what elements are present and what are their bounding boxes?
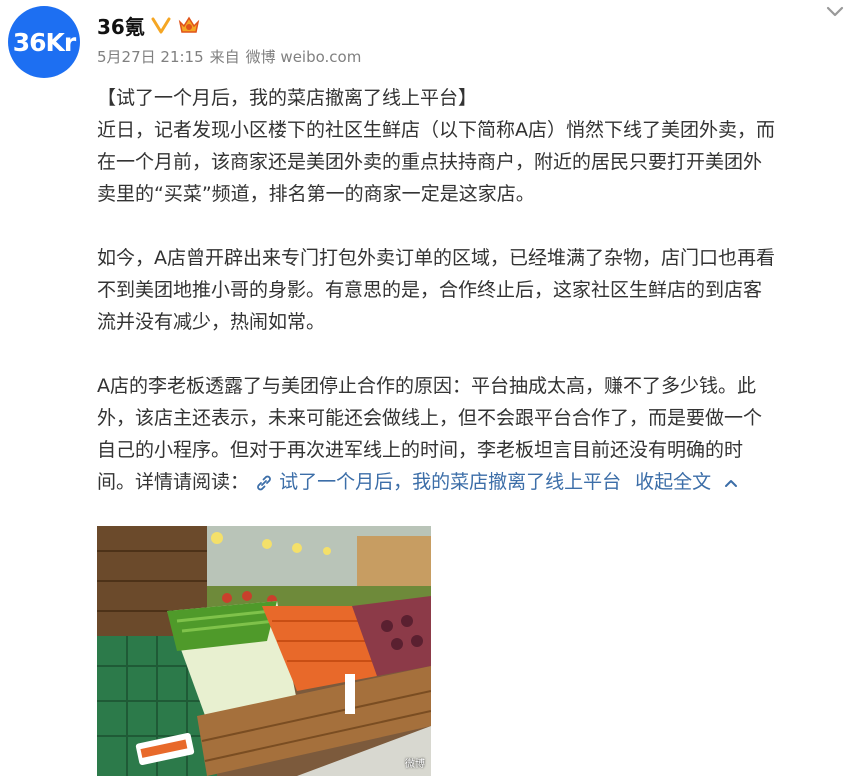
post-source[interactable]: 微博 weibo.com bbox=[246, 48, 362, 66]
para3-line2: 外，该店主还表示，未来可能还会做线上，但不会跟平台合作了，而是要做一个 bbox=[97, 407, 763, 429]
para1-line2: 在一个月前，该商家还是美团外卖的重点扶持商户，附近的居民只要打开美团外 bbox=[97, 151, 763, 173]
para3-line1: A店的李老板透露了与美团停止合作的原因：平台抽成太高，赚不了多少钱。此 bbox=[97, 375, 756, 397]
avatar[interactable]: 36Kr bbox=[8, 6, 80, 78]
post-image[interactable]: 微博 bbox=[97, 526, 431, 776]
produce-stand-illustration bbox=[97, 526, 431, 776]
read-more-prefix: 间。详情请阅读： bbox=[97, 471, 250, 493]
para2-line2: 不到美团地推小哥的身影。有意思的是，合作终止后，这家社区生鲜店的到店客 bbox=[97, 279, 763, 301]
para1-line1: 近日，记者发现小区楼下的社区生鲜店（以下简称A店）悄然下线了美团外卖，而 bbox=[97, 119, 775, 141]
link-icon bbox=[257, 475, 271, 490]
post-content: 【试了一个月后，我的菜店撤离了线上平台】 近日，记者发现小区楼下的社区生鲜店（以… bbox=[97, 82, 857, 498]
article-link-text[interactable]: 试了一个月后，我的菜店撤离了线上平台 bbox=[279, 471, 621, 493]
vip-crown-icon[interactable] bbox=[177, 14, 201, 36]
source-prefix: 来自 bbox=[209, 48, 240, 66]
article-link[interactable]: 试了一个月后，我的菜店撤离了线上平台 bbox=[255, 471, 627, 493]
para3-line3: 自己的小程序。但对于再次进军线上的时间，李老板坦言目前还没有明确的时 bbox=[97, 439, 744, 461]
name-row: 36氪 bbox=[97, 10, 800, 40]
username[interactable]: 36氪 bbox=[97, 11, 145, 40]
para3-line4: 间。详情请阅读： 试了一个月后，我的菜店撤离了线上平台 收起全文 bbox=[97, 466, 857, 498]
chevron-down-icon[interactable] bbox=[824, 4, 846, 20]
para1-line3: 卖里的“买菜”频道，排名第一的商家一定是这家店。 bbox=[97, 183, 535, 205]
para2-line1: 如今，A店曾开辟出来专门打包外卖订单的区域，已经堆满了杂物，店门口也再看 bbox=[97, 247, 775, 269]
post-title: 【试了一个月后，我的菜店撤离了线上平台】 bbox=[97, 87, 478, 109]
verified-icon bbox=[151, 17, 171, 34]
chevron-up-icon[interactable] bbox=[723, 477, 739, 489]
collapse-button[interactable]: 收起全文 bbox=[635, 471, 711, 493]
post-meta: 5月27日 21:15 来自 微博 weibo.com bbox=[97, 46, 800, 67]
post-header: 36氪 5月27日 21:15 来自 微博 weibo.com bbox=[97, 10, 800, 67]
para2-line3: 流并没有减少，热闹如常。 bbox=[97, 311, 326, 333]
image-watermark: 微博 bbox=[405, 759, 425, 770]
post-date[interactable]: 5月27日 21:15 bbox=[97, 48, 204, 66]
